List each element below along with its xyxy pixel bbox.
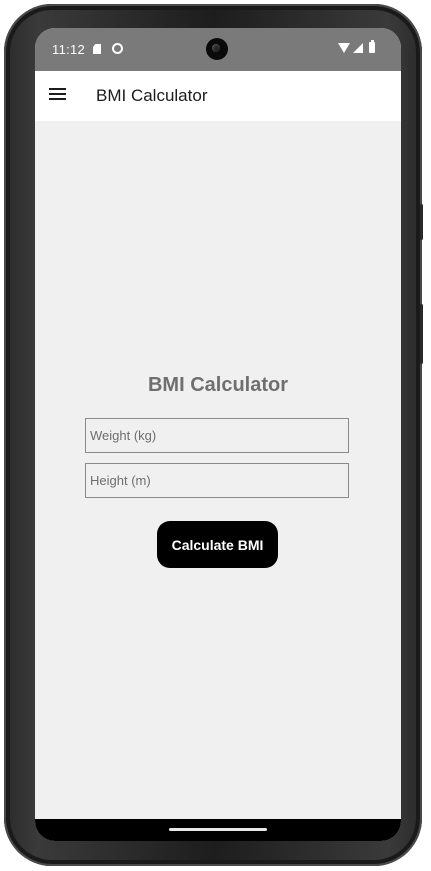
home-indicator[interactable] <box>169 828 267 831</box>
status-time: 11:12 <box>52 42 86 57</box>
navigation-bar <box>35 819 401 841</box>
weight-input[interactable] <box>86 419 348 452</box>
power-button <box>420 304 423 364</box>
front-camera <box>206 38 228 60</box>
volume-button <box>420 204 423 240</box>
height-input[interactable] <box>86 464 348 497</box>
phone-screen: 11:12 BMI Calculator BMI Calculator Calc… <box>35 28 401 841</box>
battery-icon <box>369 40 375 53</box>
signal-icon <box>353 43 363 53</box>
app-title: BMI Calculator <box>96 86 208 105</box>
height-field[interactable] <box>85 463 349 498</box>
form-heading: BMI Calculator <box>147 374 289 396</box>
weight-field[interactable] <box>85 418 349 453</box>
status-bar: 11:12 <box>35 28 401 71</box>
hamburger-menu-icon[interactable] <box>49 87 67 101</box>
app-bar: BMI Calculator <box>35 71 401 121</box>
sd-card-icon <box>93 44 101 54</box>
circle-status-icon <box>112 43 123 54</box>
wifi-icon <box>338 43 350 53</box>
calculate-bmi-button[interactable]: Calculate BMI <box>157 521 278 568</box>
